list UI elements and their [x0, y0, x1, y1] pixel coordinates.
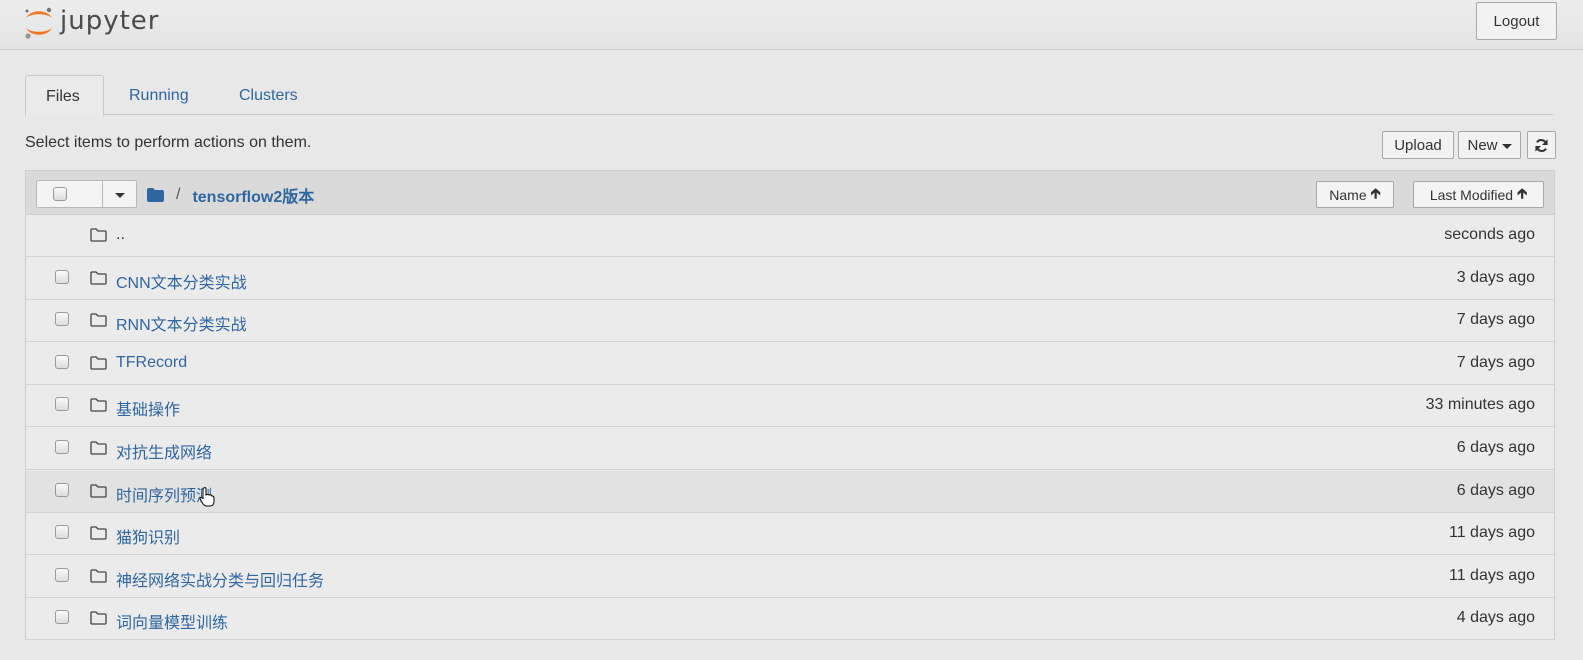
item-name-link[interactable]: CNN文本分类实战	[116, 269, 247, 293]
folder-icon	[90, 228, 107, 242]
item-modified-time: 6 days ago	[1456, 439, 1535, 456]
folder-icon	[90, 441, 107, 455]
caret-down-icon	[1501, 143, 1512, 149]
item-modified-time: seconds ago	[1444, 226, 1535, 243]
arrow-up-icon: 🡱	[1517, 184, 1528, 201]
sort-modified-label: Last Modified	[1429, 186, 1514, 203]
item-name-link[interactable]: 基础操作	[116, 396, 180, 420]
item-modified-time: 6 days ago	[1456, 481, 1535, 499]
item-modified-time: 4 days ago	[1456, 609, 1535, 627]
row-checkbox[interactable]	[55, 525, 69, 540]
list-item[interactable]: 猫狗识别 11 days ago	[26, 513, 1554, 556]
folder-icon	[90, 356, 107, 370]
refresh-icon	[1535, 138, 1548, 152]
select-all-dropdown[interactable]	[103, 181, 136, 207]
hand-cursor-icon	[199, 486, 215, 507]
sort-by-name-button[interactable]: Name 🡱	[1316, 181, 1394, 208]
item-name-link[interactable]: 对抗生成网络	[116, 439, 212, 463]
item-modified-time: 7 days ago	[1456, 353, 1535, 371]
list-item[interactable]: 神经网络实战分类与回归任务 11 days ago	[26, 556, 1554, 598]
item-modified-time: 33 minutes ago	[1425, 396, 1535, 414]
list-item[interactable]: 对抗生成网络 6 days ago	[26, 428, 1554, 470]
row-checkbox[interactable]	[55, 482, 69, 497]
sort-name-label: Name	[1329, 186, 1367, 203]
select-all-control[interactable]	[36, 180, 137, 208]
select-all-checkbox[interactable]	[53, 187, 67, 201]
sort-by-modified-button[interactable]: Last Modified 🡱	[1413, 181, 1544, 208]
header: jupyter Logout	[0, 0, 1583, 50]
item-modified-time: 11 days ago	[1449, 524, 1535, 542]
row-checkbox[interactable]	[55, 397, 69, 412]
list-item[interactable]: 时间序列预测 6 days ago	[26, 470, 1554, 513]
folder-icon	[90, 483, 107, 498]
folder-icon	[90, 611, 107, 626]
item-name-link[interactable]: ..	[116, 226, 125, 244]
folder-icon	[90, 313, 107, 327]
folder-home-icon[interactable]	[147, 188, 164, 202]
row-checkbox[interactable]	[55, 269, 69, 284]
new-dropdown-button[interactable]: New	[1458, 131, 1521, 159]
row-checkbox[interactable]	[55, 610, 69, 625]
row-checkbox[interactable]	[55, 567, 69, 582]
parent-directory-row[interactable]: .. seconds ago	[26, 215, 1554, 257]
item-name-link[interactable]: RNN文本分类实战	[116, 311, 247, 335]
new-label: New	[1467, 136, 1498, 154]
tab-files[interactable]: Files	[25, 75, 104, 116]
folder-icon	[90, 526, 107, 540]
tab-bar: Files Running Clusters	[25, 75, 1553, 116]
item-name-link[interactable]: TFRecord	[116, 354, 187, 372]
item-modified-time: 7 days ago	[1456, 311, 1535, 329]
row-checkbox[interactable]	[55, 312, 69, 327]
item-name-link[interactable]: 词向量模型训练	[116, 609, 228, 633]
select-all-checkbox-area[interactable]	[37, 181, 103, 207]
folder-icon	[90, 398, 107, 413]
folder-icon	[90, 569, 107, 583]
folder-icon	[90, 270, 107, 285]
list-item[interactable]: TFRecord 7 days ago	[26, 343, 1554, 385]
item-name-link[interactable]: 时间序列预测	[116, 482, 212, 506]
list-item[interactable]: RNN文本分类实战 7 days ago	[26, 300, 1554, 343]
caret-down-icon	[114, 192, 125, 198]
tab-clusters[interactable]: Clusters	[219, 75, 318, 115]
upload-button[interactable]: Upload	[1382, 131, 1454, 159]
breadcrumb-current-folder[interactable]: tensorflow2版本	[192, 183, 314, 207]
row-checkbox[interactable]	[55, 440, 69, 454]
logout-button[interactable]: Logout	[1476, 2, 1557, 40]
file-list-header: / tensorflow2版本 Name 🡱 Last Modified 🡱	[26, 171, 1554, 215]
item-modified-time: 3 days ago	[1456, 268, 1535, 286]
refresh-button[interactable]	[1527, 131, 1556, 159]
jupyter-logo[interactable]: jupyter	[22, 3, 159, 43]
breadcrumb-separator: /	[176, 186, 181, 203]
list-item[interactable]: 基础操作 33 minutes ago	[26, 385, 1554, 428]
row-checkbox[interactable]	[55, 354, 69, 369]
breadcrumb: / tensorflow2版本	[147, 183, 314, 207]
item-modified-time: 11 days ago	[1449, 566, 1535, 584]
file-list: / tensorflow2版本 Name 🡱 Last Modified 🡱 .…	[25, 170, 1555, 641]
list-item[interactable]: 词向量模型训练 4 days ago	[26, 598, 1554, 641]
item-name-link[interactable]: 猫狗识别	[116, 524, 180, 548]
tab-running[interactable]: Running	[109, 75, 209, 115]
jupyter-logo-icon	[25, 7, 52, 39]
list-item[interactable]: CNN文本分类实战 3 days ago	[26, 258, 1554, 300]
item-name-link[interactable]: 神经网络实战分类与回归任务	[116, 567, 324, 591]
instructions-text: Select items to perform actions on them.	[25, 134, 312, 151]
arrow-up-icon: 🡱	[1370, 184, 1381, 201]
logo-text: jupyter	[60, 6, 160, 36]
